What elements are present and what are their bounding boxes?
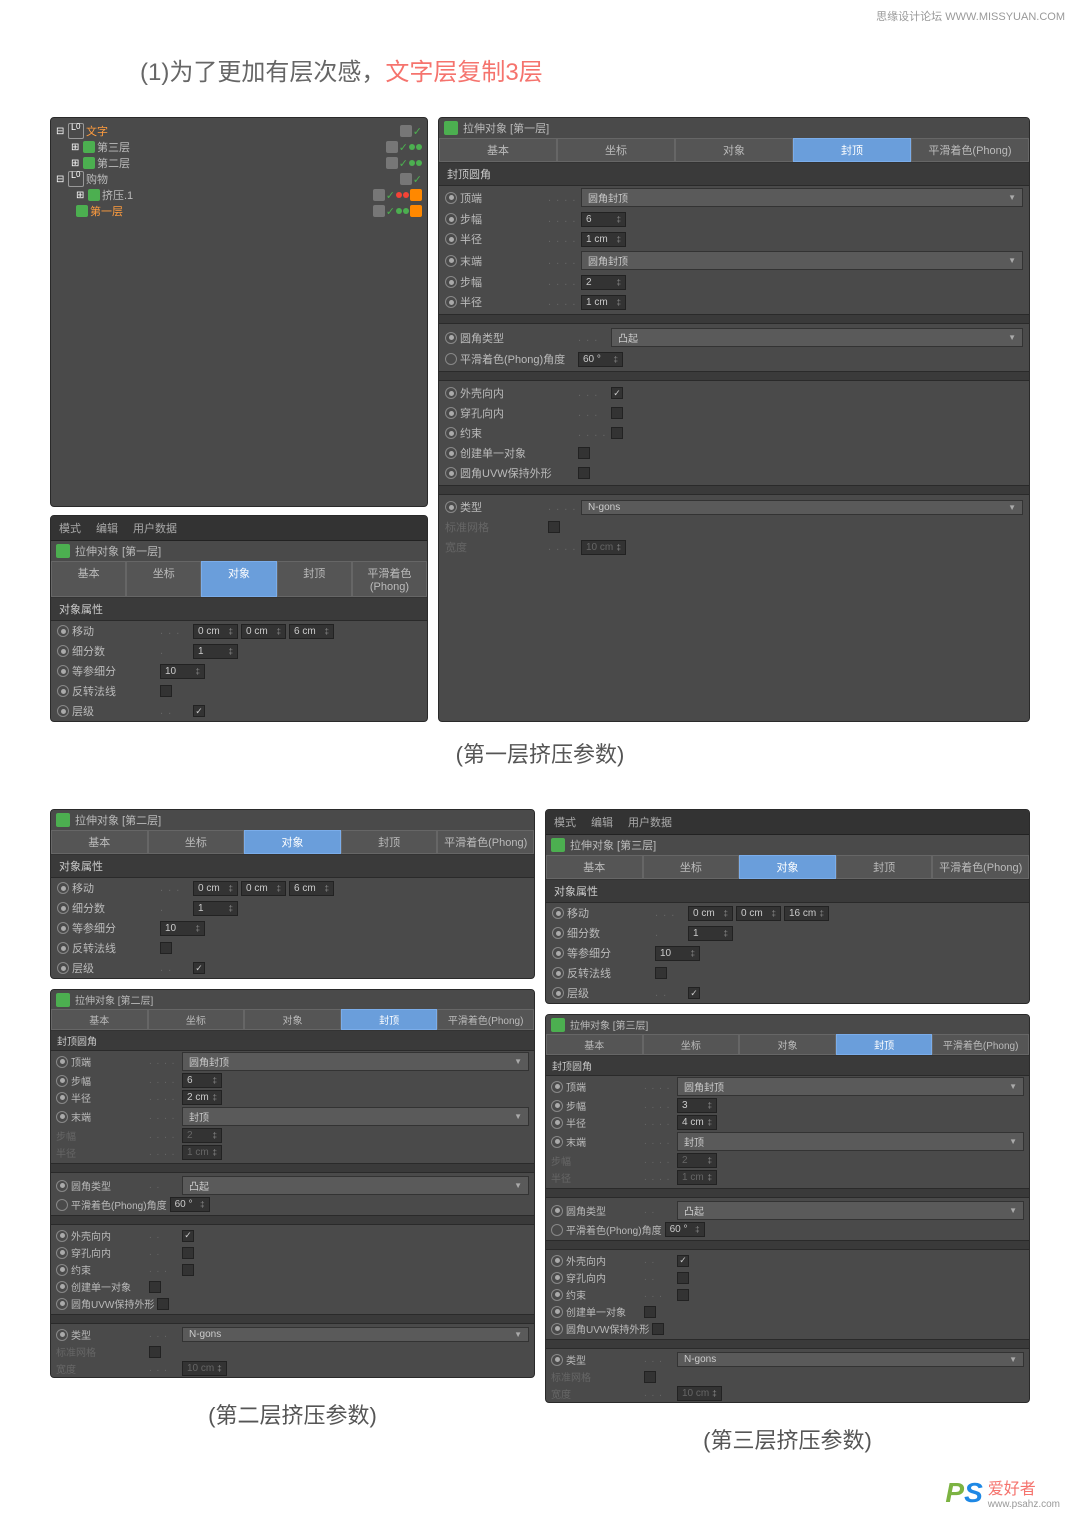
radius-end-input[interactable]: 1 cm‡ <box>581 295 626 310</box>
single-checkbox[interactable] <box>578 447 590 459</box>
expand-icon[interactable]: ⊟ <box>56 126 66 137</box>
object-manager-panel: ⊟ 文字 ✓ ⊞ 第三层 ✓ ⊞ 第二层 ✓ ⊟ 购物 ✓ <box>50 117 428 507</box>
step-top-input[interactable]: 6‡ <box>581 212 626 227</box>
attribute-panel-layer1-object: 模式编辑用户数据 拉伸对象 [第一层] 基本 坐标 对象 封顶 平滑着色(Pho… <box>50 515 428 722</box>
tree-row[interactable]: ⊞ 第二层 ✓ <box>51 155 427 171</box>
fillet-type-dropdown[interactable]: 凸起▼ <box>611 328 1023 347</box>
radius-top-input[interactable]: 1 cm‡ <box>581 232 626 247</box>
subdiv-input[interactable]: 1‡ <box>193 644 238 659</box>
attribute-panel-layer2-cap: 拉伸对象 [第二层] 基本坐标 对象封顶平滑着色(Phong) 封顶圆角 顶端.… <box>50 989 535 1378</box>
tree-row[interactable]: ⊟ 购物 ✓ <box>51 171 427 187</box>
attribute-panel-layer3-cap: 拉伸对象 [第三层] 基本坐标 对象封顶平滑着色(Phong) 封顶圆角 顶端.… <box>545 1014 1030 1403</box>
footer-watermark: PS 爱好者 www.psahz.com <box>0 1455 1080 1520</box>
tree-row[interactable]: ⊞ 第三层 ✓ <box>51 139 427 155</box>
render-tag-icon[interactable] <box>400 125 412 137</box>
hull-checkbox[interactable] <box>611 387 623 399</box>
ps-logo: PS <box>945 1477 982 1509</box>
phong-angle-input[interactable]: 60 °‡ <box>578 352 623 367</box>
expand-icon[interactable]: ⊞ <box>71 142 81 153</box>
constrain-checkbox[interactable] <box>611 427 623 439</box>
tree-row-root[interactable]: ⊟ 文字 ✓ <box>51 123 427 139</box>
check-icon: ✓ <box>413 125 422 138</box>
tree-row[interactable]: 第一层 ✓ <box>51 203 427 219</box>
tab-coord[interactable]: 坐标 <box>126 561 201 597</box>
extrude-icon <box>56 544 70 558</box>
top-dropdown[interactable]: 圆角封顶▼ <box>581 188 1023 207</box>
hier-checkbox[interactable] <box>193 705 205 717</box>
caption-3: (第三层挤压参数) <box>545 1423 1030 1455</box>
null-icon <box>68 123 84 139</box>
hole-checkbox[interactable] <box>611 407 623 419</box>
object-title: 拉伸对象 [第一层] <box>75 543 161 559</box>
step-end-input[interactable]: 2‡ <box>581 275 626 290</box>
flip-checkbox[interactable] <box>160 685 172 697</box>
tree-row[interactable]: ⊞ 挤压.1 ✓ <box>51 187 427 203</box>
extrude-icon <box>83 141 95 153</box>
tab-phong[interactable]: 平滑着色(Phong) <box>352 561 427 597</box>
watermark-header: 思缘设计论坛 WWW.MISSYUAN.COM <box>0 0 1080 32</box>
tab-object[interactable]: 对象 <box>201 561 276 597</box>
mode-bar: 模式编辑用户数据 <box>51 516 427 541</box>
uvw-checkbox[interactable] <box>578 467 590 479</box>
tutorial-title: (1)为了更加有层次感，文字层复制3层 <box>0 32 1080 117</box>
radio-icon[interactable] <box>57 625 69 637</box>
end-dropdown[interactable]: 圆角封顶▼ <box>581 251 1023 270</box>
section-header: 对象属性 <box>51 598 427 621</box>
attribute-panel-layer1-cap: 拉伸对象 [第一层] 基本 坐标 对象 封顶 平滑着色(Phong) 封顶圆角 … <box>438 117 1030 722</box>
move-x-input[interactable]: 0 cm‡ <box>193 624 238 639</box>
caption-2: (第二层挤压参数) <box>50 1398 535 1430</box>
iso-input[interactable]: 10‡ <box>160 664 205 679</box>
move-y-input[interactable]: 0 cm‡ <box>241 624 286 639</box>
check-icon: ✓ <box>399 141 408 154</box>
visible-dot[interactable] <box>409 144 415 150</box>
caption-1: (第一层挤压参数) <box>0 737 1080 769</box>
type-dropdown[interactable]: N-gons▼ <box>581 500 1023 515</box>
tab-basic[interactable]: 基本 <box>51 561 126 597</box>
attribute-panel-layer3-object: 模式编辑用户数据 拉伸对象 [第三层] 基本坐标 对象封顶平滑着色(Phong)… <box>545 809 1030 1004</box>
attribute-panel-layer2-object: 拉伸对象 [第二层] 基本坐标 对象封顶平滑着色(Phong) 对象属性 移动.… <box>50 809 535 979</box>
move-z-input[interactable]: 6 cm‡ <box>289 624 334 639</box>
phong-tag-icon[interactable] <box>410 189 422 201</box>
tab-cap[interactable]: 封顶 <box>277 561 352 597</box>
tabs: 基本 坐标 对象 封顶 平滑着色(Phong) <box>51 561 427 598</box>
render-tag-icon[interactable] <box>386 141 398 153</box>
